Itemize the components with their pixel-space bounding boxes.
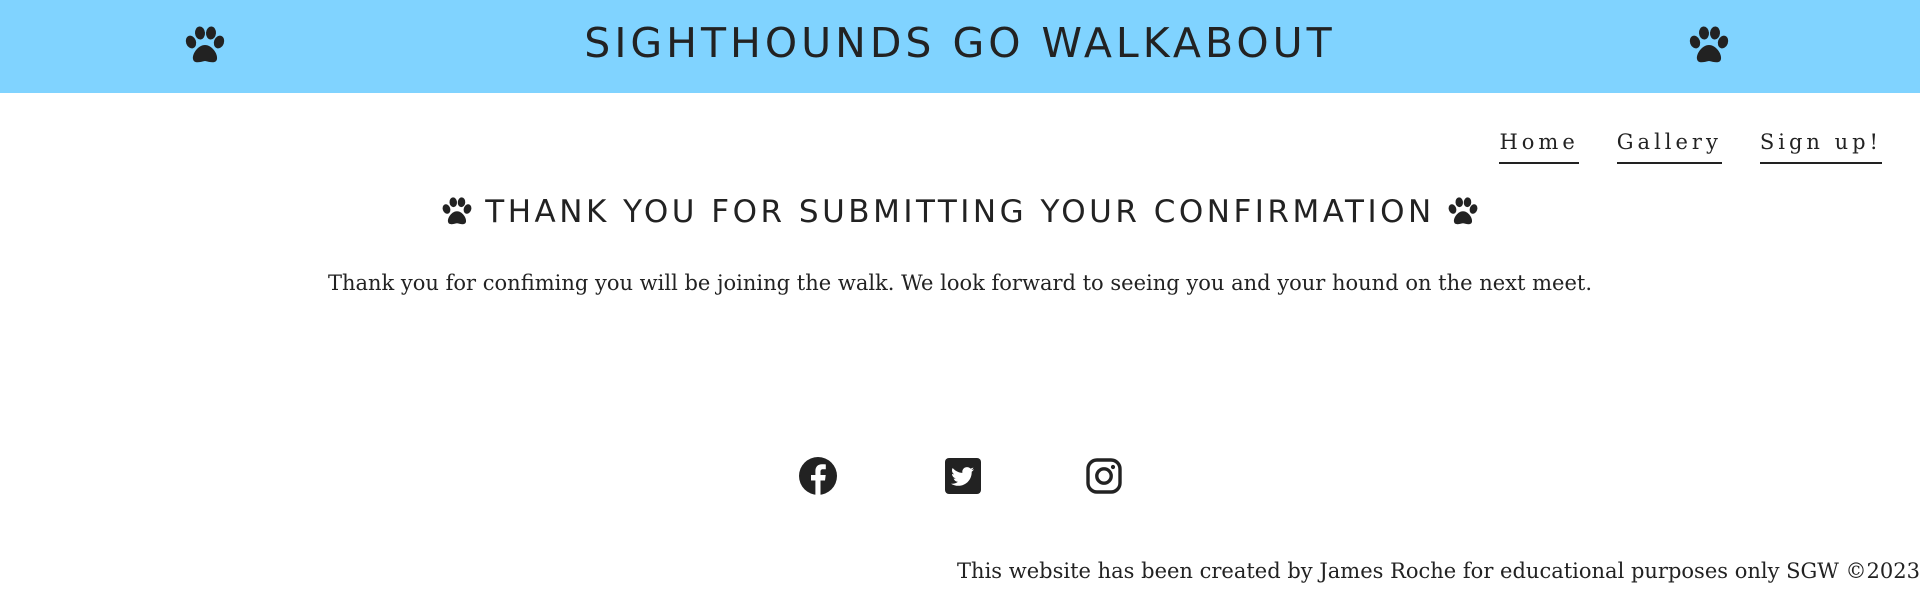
confirmation-message: Thank you for confiming you will be join… (327, 271, 1593, 295)
nav-link-home[interactable]: Home (1499, 128, 1579, 164)
paw-icon (442, 197, 472, 225)
confirmation-heading-text: THANK YOU FOR SUBMITTING YOUR CONFIRMATI… (485, 194, 1435, 230)
site-header: SIGHTHOUNDS GO WALKABOUT (0, 0, 1920, 93)
instagram-icon[interactable] (1084, 456, 1124, 496)
main-nav: Home Gallery Sign up! (1499, 128, 1882, 164)
paw-icon (1448, 197, 1478, 225)
facebook-icon[interactable] (798, 456, 838, 496)
confirmation-heading: THANK YOU FOR SUBMITTING YOUR CONFIRMATI… (0, 192, 1920, 232)
nav-link-gallery[interactable]: Gallery (1616, 128, 1722, 164)
site-title: SIGHTHOUNDS GO WALKABOUT (584, 19, 1336, 67)
paw-icon (1689, 26, 1729, 63)
twitter-icon[interactable] (943, 456, 983, 496)
footer-credit: This website has been created by James R… (957, 559, 1920, 583)
nav-link-sign-up[interactable]: Sign up! (1759, 128, 1882, 164)
